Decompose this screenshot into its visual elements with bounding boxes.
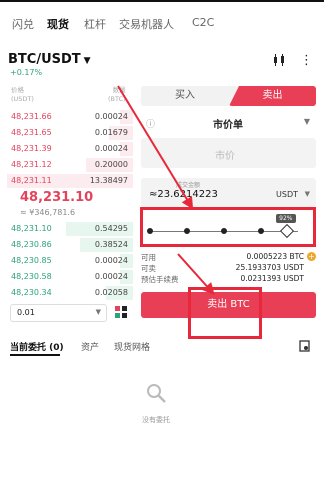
arrow-to-sell-button — [177, 253, 215, 295]
empty-orders-text: 没有委托 — [142, 416, 170, 424]
arrow-to-slider — [117, 85, 194, 210]
tab-assets[interactable]: 资产 — [81, 340, 99, 353]
order-history-icon[interactable] — [299, 340, 310, 352]
tab-spot-grid[interactable]: 现货网格 — [114, 340, 150, 353]
tab-open-orders[interactable]: 当前委托 (0) — [10, 340, 64, 353]
annotation-arrows — [117, 85, 215, 295]
tab-underline — [10, 354, 60, 356]
empty-search-icon — [147, 384, 166, 403]
